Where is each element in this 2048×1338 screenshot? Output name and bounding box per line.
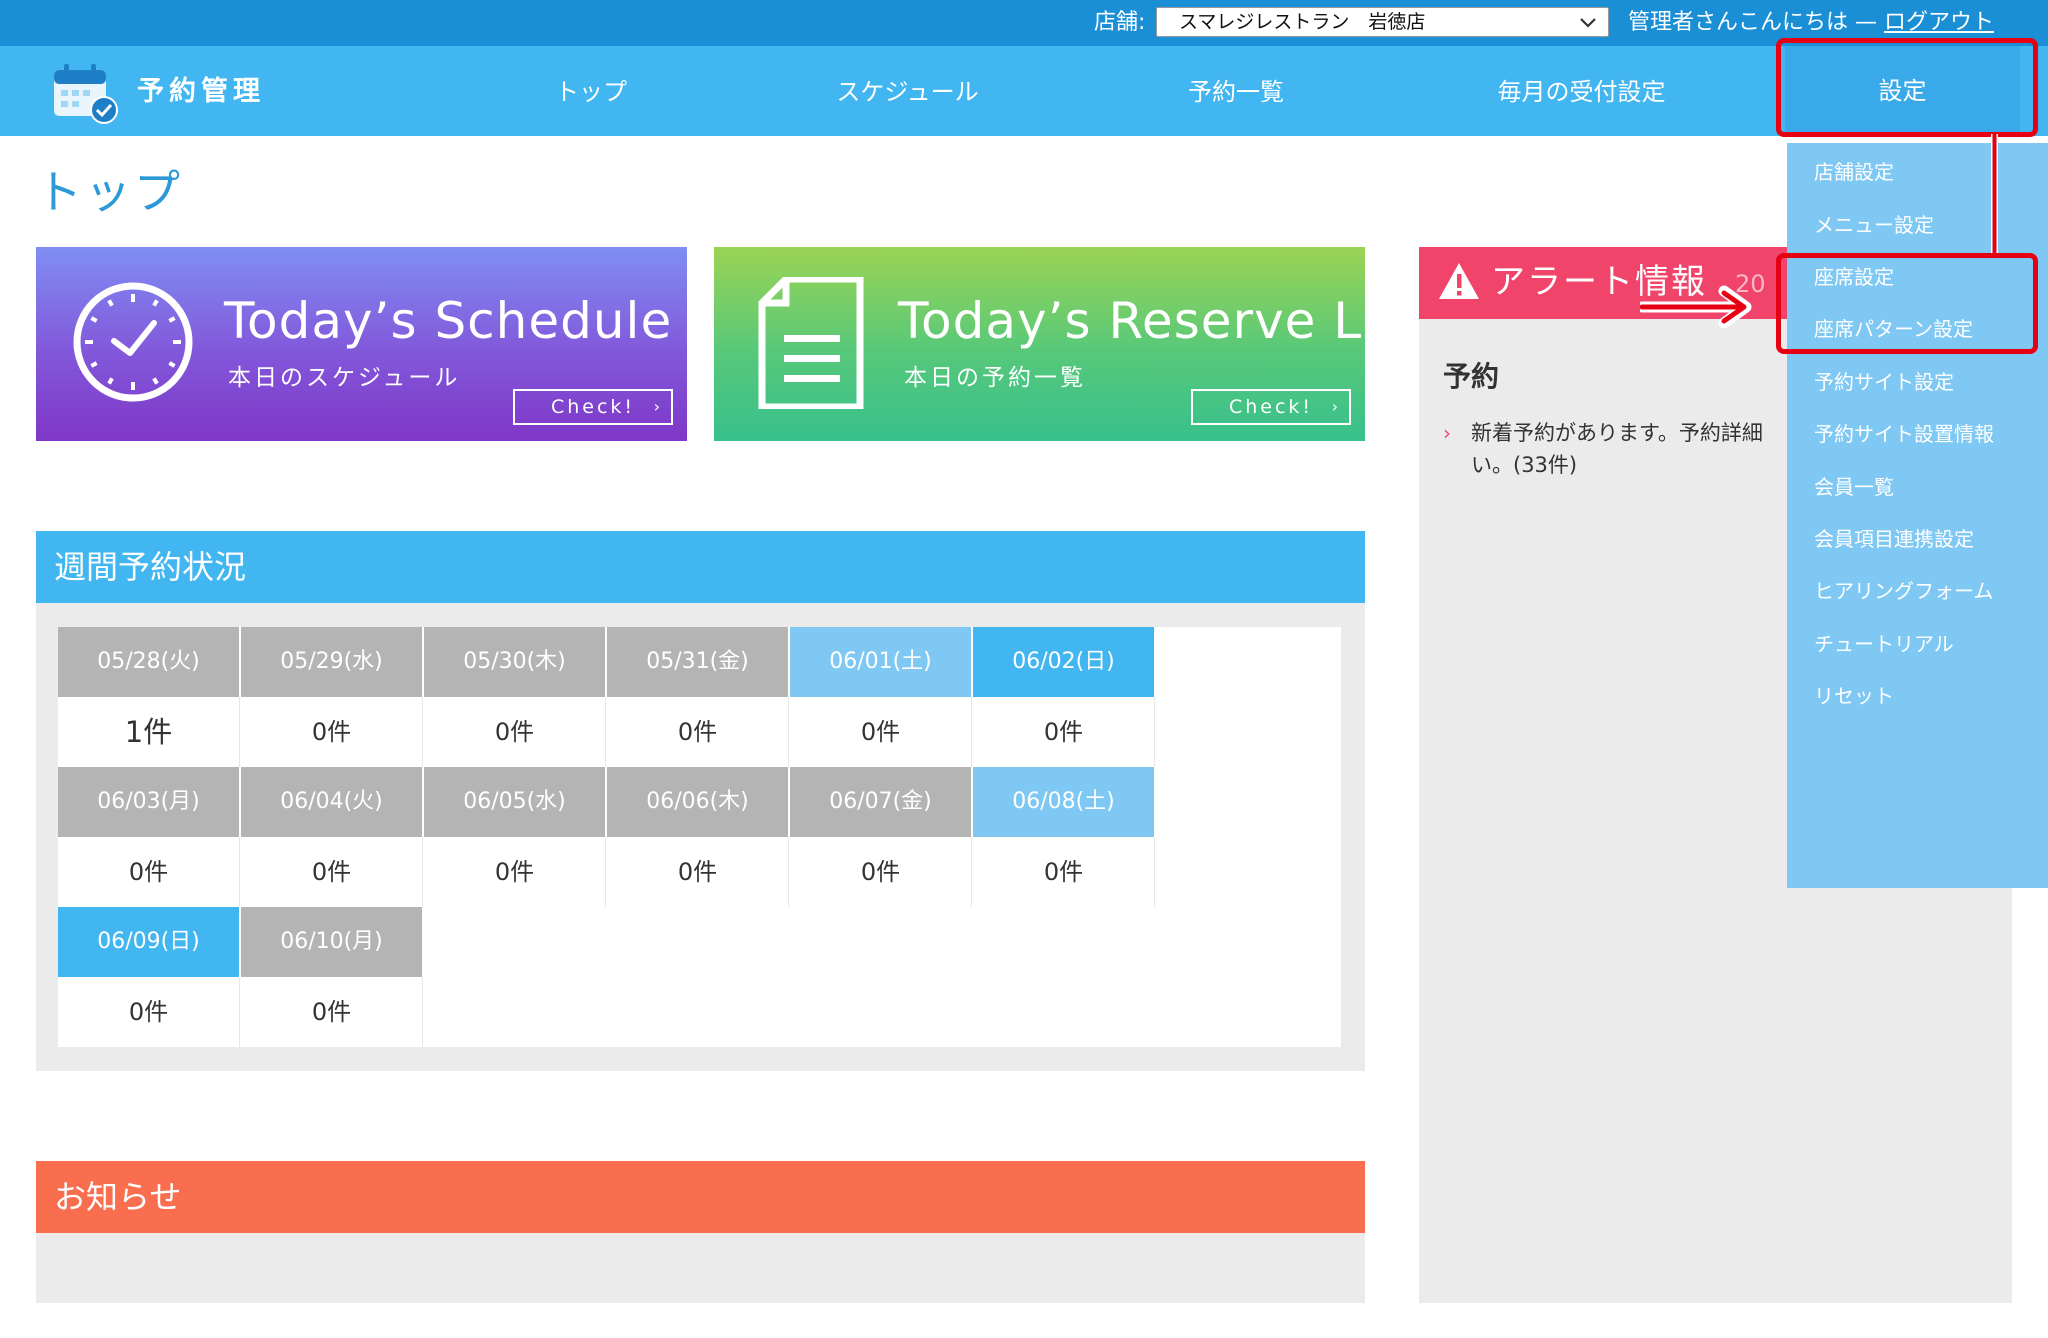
todays-schedule-banner[interactable]: Today’s Schedule 本日のスケジュール Check! › [36, 247, 687, 441]
document-icon [758, 277, 864, 409]
alert-message[interactable]: 新着予約があります。予約詳細 い。(33件) [1471, 417, 1811, 481]
day-count-cell[interactable]: 0件 [424, 697, 606, 767]
day-date-cell[interactable]: 06/10(月) [241, 907, 423, 977]
day-date-cell[interactable]: 06/09(日) [58, 907, 240, 977]
day-count-cell[interactable]: 0件 [973, 697, 1155, 767]
greeting-separator: — [1848, 10, 1885, 35]
user-greeting: 管理者さんこんにちは — ログアウト [1628, 6, 1994, 40]
dropdown-item-menu-settings[interactable]: メニュー設定 [1814, 211, 1934, 239]
top-utility-bar: 店舗: スマレジレストラン 岩徳店 管理者さんこんにちは — ログアウト [0, 0, 2048, 46]
store-select-value: スマレジレストラン 岩徳店 [1179, 11, 1426, 33]
day-count-cell[interactable]: 1件 [58, 697, 240, 767]
day-date-cell[interactable]: 06/08(土) [973, 767, 1155, 837]
day-date-cell[interactable]: 06/05(水) [424, 767, 606, 837]
day-date-cell[interactable]: 06/07(金) [790, 767, 972, 837]
day-count-cell[interactable]: 0件 [58, 977, 240, 1047]
day-count-cell[interactable]: 0件 [241, 697, 423, 767]
reserve-check-button[interactable]: Check! › [1191, 389, 1351, 425]
news-title: お知らせ [54, 1178, 182, 1216]
alert-section-title: 予約 [1443, 360, 1500, 393]
day-date-cell[interactable]: 06/06(木) [607, 767, 789, 837]
reserve-check-label: Check! [1228, 396, 1314, 418]
dropdown-item-reservation-site-settings[interactable]: 予約サイト設定 [1814, 368, 1954, 396]
dropdown-item-store-settings[interactable]: 店舗設定 [1814, 158, 1894, 186]
highlight-connector [1991, 134, 1998, 255]
alert-message-line2: い。(33件) [1471, 453, 1578, 477]
seat-settings-highlight-box [1776, 253, 2038, 354]
nav-schedule[interactable]: スケジュール [820, 74, 995, 110]
dropdown-item-reservation-site-install-info[interactable]: 予約サイト設置情報 [1814, 420, 1994, 448]
news-body [36, 1233, 1365, 1303]
arrow-right-icon [1640, 285, 1752, 329]
app-title: 予約管理 [137, 76, 265, 107]
dropdown-item-tutorial[interactable]: チュートリアル [1814, 630, 1954, 658]
day-date-cell[interactable]: 06/01(土) [790, 627, 972, 697]
day-date-cell[interactable]: 06/02(日) [973, 627, 1155, 697]
day-count-cell[interactable]: 0件 [58, 837, 240, 907]
schedule-check-label: Check! [550, 396, 636, 418]
day-date-cell[interactable]: 06/03(月) [58, 767, 240, 837]
settings-highlight-box [1776, 38, 2038, 137]
day-count-cell[interactable]: 0件 [607, 837, 789, 907]
greeting-text: 管理者さんこんにちは [1628, 10, 1849, 35]
alert-message-line1: 新着予約があります。予約詳細 [1471, 421, 1763, 445]
day-date-cell[interactable]: 05/30(木) [424, 627, 606, 697]
day-count-cell[interactable]: 0件 [973, 837, 1155, 907]
reserve-banner-title: Today’s Reserve List [898, 292, 1365, 350]
schedule-banner-title: Today’s Schedule [224, 292, 673, 350]
chevron-down-icon [1580, 18, 1596, 28]
nav-monthly-settings[interactable]: 毎月の受付設定 [1489, 74, 1674, 110]
dropdown-item-hearing-form[interactable]: ヒアリングフォーム [1814, 577, 1993, 605]
chevron-right-icon: › [1331, 397, 1341, 416]
clock-icon [73, 282, 193, 402]
store-label: 店舗: [1094, 10, 1146, 35]
schedule-banner-subtitle: 本日のスケジュール [228, 365, 461, 391]
news-header: お知らせ [36, 1161, 1365, 1233]
weekly-calendar-grid: 05/28(火) 1件 05/29(水) 0件 05/30(木) 0件 05/31(金) 0件… [58, 627, 1341, 1047]
day-date-cell[interactable]: 05/31(金) [607, 627, 789, 697]
dropdown-item-member-field-link-settings[interactable]: 会員項目連携設定 [1814, 525, 1974, 553]
bullet-chevron-icon: › [1443, 421, 1451, 445]
calendar-check-icon [54, 64, 118, 124]
day-date-cell[interactable]: 06/04(火) [241, 767, 423, 837]
chevron-right-icon: › [653, 397, 663, 416]
warning-icon [1439, 263, 1479, 299]
reserve-banner-subtitle: 本日の予約一覧 [904, 365, 1086, 391]
store-select[interactable]: スマレジレストラン 岩徳店 [1156, 7, 1609, 37]
weekly-status-body: 05/28(火) 1件 05/29(水) 0件 05/30(木) 0件 05/31(金) 0件… [36, 603, 1365, 1071]
dropdown-item-member-list[interactable]: 会員一覧 [1814, 473, 1894, 501]
logout-link[interactable]: ログアウト [1884, 10, 1994, 35]
dropdown-item-reset[interactable]: リセット [1814, 682, 1894, 710]
schedule-check-button[interactable]: Check! › [513, 389, 673, 425]
day-count-cell[interactable]: 0件 [790, 697, 972, 767]
nav-reservation-list[interactable]: 予約一覧 [1176, 74, 1296, 110]
nav-top[interactable]: トップ [551, 74, 631, 110]
day-date-cell[interactable]: 05/29(水) [241, 627, 423, 697]
weekly-status-header: 週間予約状況 [36, 531, 1365, 603]
page-title: トップ [36, 165, 183, 219]
day-count-cell[interactable]: 0件 [607, 697, 789, 767]
main-navbar: 予約管理 トップ スケジュール 予約一覧 毎月の受付設定 設定 [0, 46, 2048, 136]
day-count-cell[interactable]: 0件 [241, 977, 423, 1047]
day-count-cell[interactable]: 0件 [790, 837, 972, 907]
todays-reserve-list-banner[interactable]: Today’s Reserve List 本日の予約一覧 Check! › [714, 247, 1365, 441]
day-count-cell[interactable]: 0件 [241, 837, 423, 907]
weekly-status-title: 週間予約状況 [54, 548, 247, 586]
day-date-cell[interactable]: 05/28(火) [58, 627, 240, 697]
day-count-cell[interactable]: 0件 [424, 837, 606, 907]
